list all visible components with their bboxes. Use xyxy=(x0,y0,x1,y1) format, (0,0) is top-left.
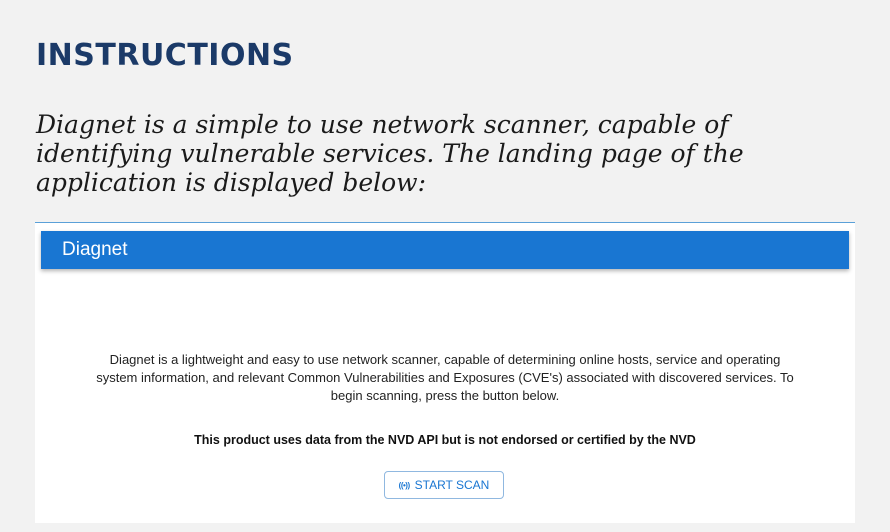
instructions-page: INSTRUCTIONS Diagnet is a simple to use … xyxy=(0,0,890,532)
app-title: Diagnet xyxy=(62,239,128,260)
app-landing-screenshot: Diagnet Diagnet is a lightweight and eas… xyxy=(35,222,855,523)
instructions-heading: INSTRUCTIONS xyxy=(36,38,294,73)
start-scan-label: START SCAN xyxy=(414,478,490,492)
app-bar: Diagnet xyxy=(41,231,849,269)
broadcast-icon: ((•)) xyxy=(398,480,410,490)
nvd-disclaimer: This product uses data from the NVD API … xyxy=(194,433,696,447)
intro-paragraph: Diagnet is a simple to use network scann… xyxy=(36,110,744,197)
app-description: Diagnet is a lightweight and easy to use… xyxy=(96,352,794,403)
start-scan-button[interactable]: ((•)) START SCAN xyxy=(384,471,504,499)
